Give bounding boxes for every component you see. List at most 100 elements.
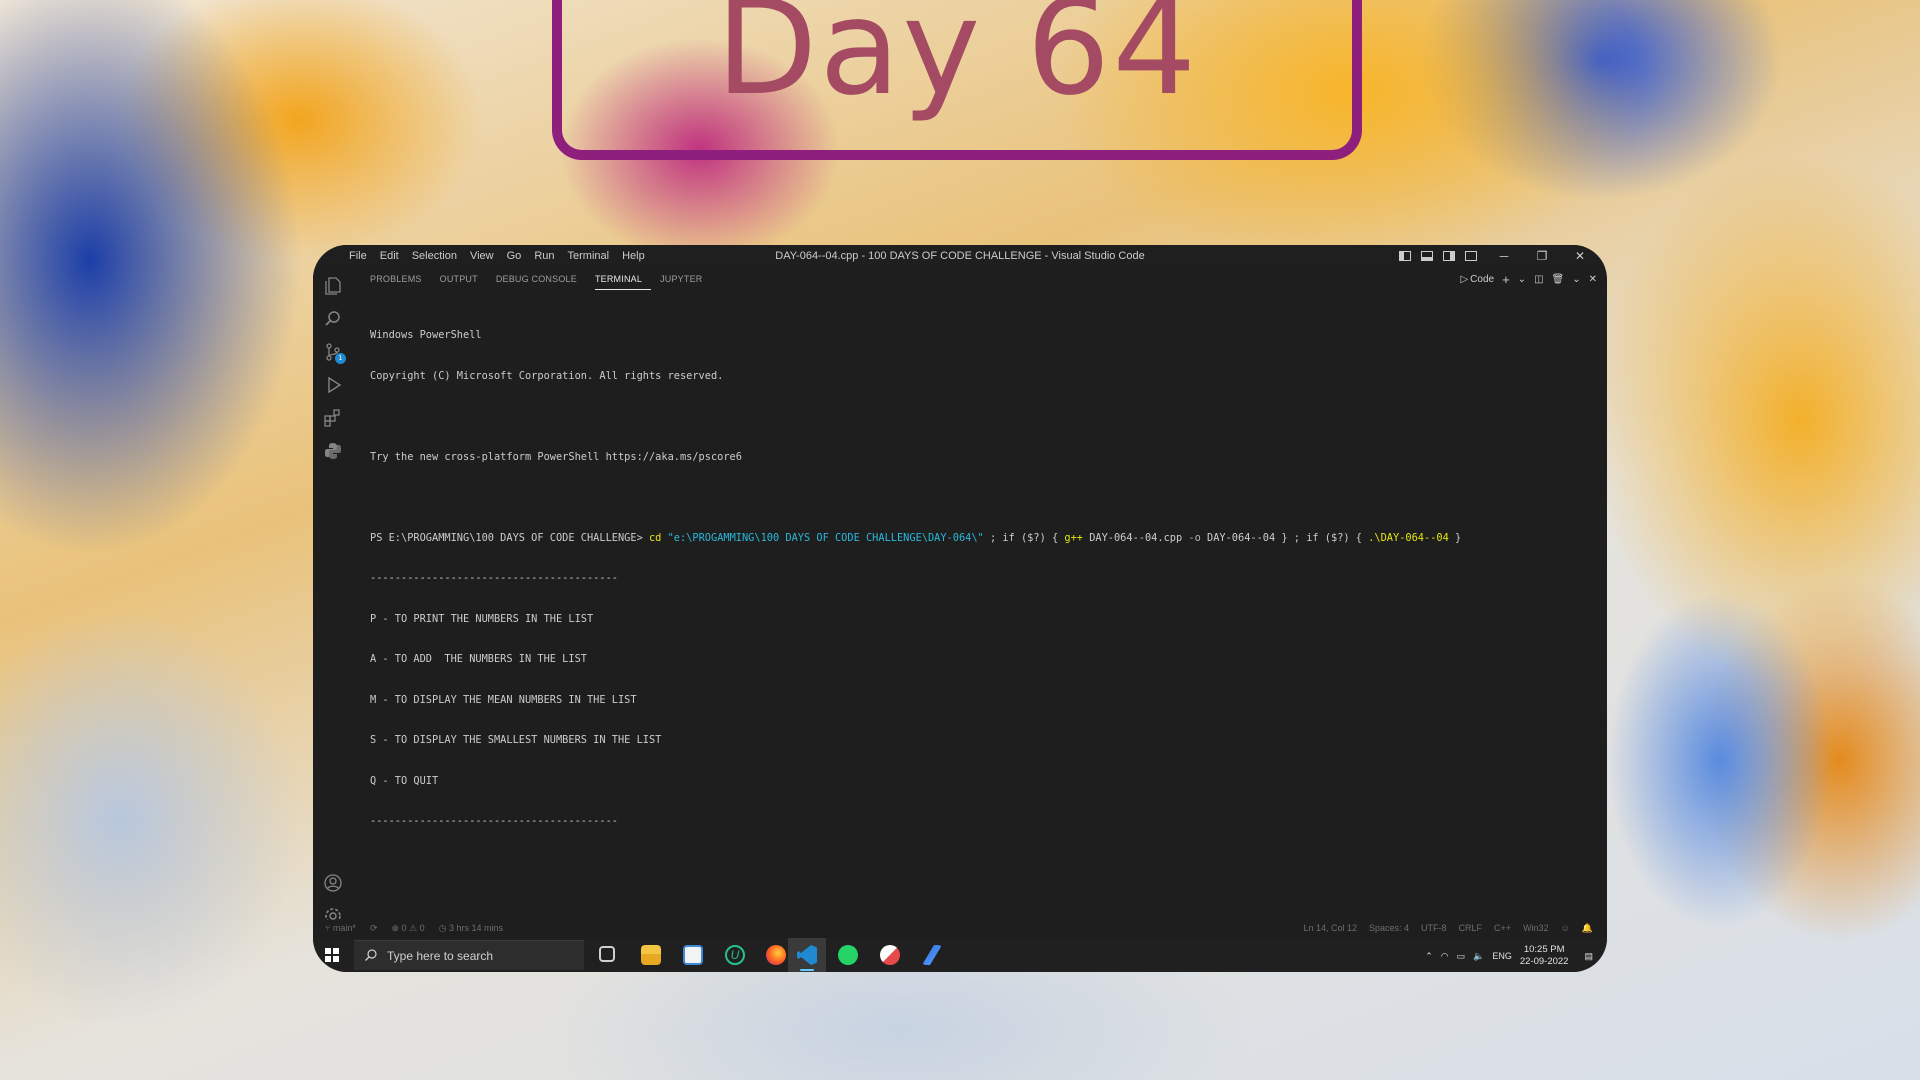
chevron-down-icon[interactable]: ⌄ <box>1518 274 1526 285</box>
restore-button[interactable]: ❐ <box>1535 249 1549 263</box>
cmd-sep: ; if ($?) { <box>989 531 1059 544</box>
taskbar-search[interactable]: Type here to search <box>354 940 584 970</box>
chevron-up-icon[interactable]: ⌃ <box>1425 951 1433 962</box>
tab-problems[interactable]: PROBLEMS <box>370 268 431 292</box>
menu-edit[interactable]: Edit <box>380 250 399 262</box>
cmd-path: "e:\PROGAMMING\100 DAYS OF CODE CHALLENG… <box>667 531 984 544</box>
terminal-icon: ▷ <box>1460 274 1469 285</box>
close-button[interactable]: ✕ <box>1573 249 1587 263</box>
toggle-panel-icon[interactable] <box>1421 251 1433 261</box>
app-icon[interactable] <box>880 945 900 965</box>
cmd-run: .\DAY-064--04 <box>1368 531 1449 544</box>
clock-date: 22-09-2022 <box>1519 956 1569 967</box>
battery-icon[interactable]: ▭ <box>1457 951 1466 962</box>
customize-layout-icon[interactable] <box>1465 251 1477 261</box>
terminal-command-line: PS E:\PROGAMMING\100 DAYS OF CODE CHALLE… <box>370 532 1587 546</box>
terminal-line: Copyright (C) Microsoft Corporation. All… <box>370 369 724 382</box>
search-icon <box>365 949 377 961</box>
source-control-badge: 1 <box>335 353 346 364</box>
menu-selection[interactable]: Selection <box>412 250 457 262</box>
account-icon[interactable] <box>323 873 343 893</box>
window-controls: ─ ❐ ✕ <box>1399 249 1587 263</box>
tab-output[interactable]: OUTPUT <box>440 268 487 292</box>
search-placeholder: Type here to search <box>387 949 494 963</box>
language-mode[interactable]: C++ <box>1494 923 1511 934</box>
minimize-button[interactable]: ─ <box>1497 249 1511 263</box>
terminal-menu-line: M - TO DISPLAY THE MEAN NUMBERS IN THE L… <box>370 693 637 706</box>
end-of-line[interactable]: CRLF <box>1459 923 1483 934</box>
tab-debug-console[interactable]: DEBUG CONSOLE <box>496 268 586 292</box>
source-control-icon[interactable]: 1 <box>323 342 346 364</box>
platform[interactable]: Win32 <box>1523 923 1549 934</box>
split-terminal-icon[interactable]: ◫ <box>1534 274 1543 285</box>
explorer-icon[interactable] <box>323 276 343 296</box>
cmd-gpp: g++ <box>1064 531 1083 544</box>
trash-icon[interactable]: 🗑 <box>1552 274 1565 285</box>
toggle-primary-sidebar-icon[interactable] <box>1399 251 1411 261</box>
windows-start-icon[interactable] <box>325 948 339 962</box>
activity-bar: 1 <box>313 268 354 924</box>
feedback-icon[interactable]: ☺ <box>1561 923 1570 934</box>
system-tray: ⌃ ◠ ▭ 🔈 ENG 10:25 PM 22-09-2022 ▤ <box>1425 944 1593 968</box>
cmd-sep: } ; if ($?) { <box>1281 531 1362 544</box>
terminal-menu-line: A - TO ADD THE NUMBERS IN THE LIST <box>370 653 587 665</box>
terminal-output[interactable]: Windows PowerShell Copyright (C) Microso… <box>370 302 1587 856</box>
shell-label[interactable]: Code <box>1470 274 1494 285</box>
maximize-panel-icon[interactable]: ⌄ <box>1572 274 1580 285</box>
sync-icon[interactable]: ⟳ <box>370 923 378 934</box>
title-bar: File Edit Selection View Go Run Terminal… <box>313 245 1607 268</box>
menu-go[interactable]: Go <box>507 250 522 262</box>
power-automate-icon[interactable] <box>922 945 942 965</box>
time-tracker[interactable]: ◷ 3 hrs 14 mins <box>439 923 503 934</box>
clock-time: 10:25 PM <box>1523 944 1565 955</box>
menu-bar: File Edit Selection View Go Run Terminal… <box>349 250 658 262</box>
whatsapp-icon[interactable] <box>838 945 858 965</box>
terminal-divider: ---------------------------------------- <box>370 572 618 584</box>
toggle-secondary-sidebar-icon[interactable] <box>1443 251 1455 261</box>
input-language[interactable]: ENG <box>1492 951 1512 961</box>
day-banner-title: Day 64 <box>715 0 1199 125</box>
encoding[interactable]: UTF-8 <box>1421 923 1447 934</box>
prompt: PS E:\PROGAMMING\100 DAYS OF CODE CHALLE… <box>370 531 643 544</box>
file-explorer-icon[interactable] <box>641 945 661 965</box>
problems-indicator[interactable]: ⊗ 0 ⚠ 0 <box>391 923 424 934</box>
indentation[interactable]: Spaces: 4 <box>1369 923 1409 934</box>
extensions-icon[interactable] <box>323 408 343 428</box>
notification-center-icon[interactable]: ▤ <box>1584 951 1593 962</box>
tab-terminal[interactable]: TERMINAL <box>594 268 652 290</box>
menu-help[interactable]: Help <box>622 250 645 262</box>
menu-view[interactable]: View <box>470 250 494 262</box>
upwork-icon[interactable]: U <box>725 945 745 965</box>
cmd-end: } <box>1455 531 1462 544</box>
terminal-menu-line: Q - TO QUIT <box>370 774 439 787</box>
firefox-icon[interactable] <box>766 945 786 965</box>
status-bar: ⑂ main* ⟳ ⊗ 0 ⚠ 0 ◷ 3 hrs 14 mins Ln 14,… <box>313 920 1607 938</box>
panel-tabs: PROBLEMS OUTPUT DEBUG CONSOLE TERMINAL J… <box>370 268 720 292</box>
cmd-flag: -o <box>1188 531 1201 544</box>
python-icon[interactable] <box>323 441 343 461</box>
wifi-icon[interactable]: ◠ <box>1441 951 1449 962</box>
close-panel-icon[interactable]: ✕ <box>1589 274 1597 285</box>
microsoft-store-icon[interactable] <box>683 945 703 965</box>
notifications-icon[interactable]: 🔔 <box>1582 923 1593 934</box>
taskbar: Type here to search U ⌃ ◠ ▭ 🔈 ENG 10:25 … <box>313 938 1607 972</box>
cmd-file: DAY-064--04.cpp <box>1089 531 1183 544</box>
new-terminal-icon[interactable]: + <box>1502 272 1510 287</box>
branch-indicator[interactable]: ⑂ main* <box>325 923 356 934</box>
search-icon[interactable] <box>323 309 343 329</box>
vscode-window: File Edit Selection View Go Run Terminal… <box>313 245 1607 972</box>
cursor-position[interactable]: Ln 14, Col 12 <box>1303 923 1357 934</box>
run-debug-icon[interactable] <box>323 375 343 395</box>
task-view-icon[interactable] <box>599 946 615 962</box>
git-branch-icon: ⑂ <box>325 923 331 933</box>
menu-file[interactable]: File <box>349 250 367 262</box>
clock[interactable]: 10:25 PM 22-09-2022 <box>1520 944 1569 968</box>
terminal-divider: ---------------------------------------- <box>370 815 618 827</box>
terminal-line: Try the new cross-platform PowerShell ht… <box>370 450 742 463</box>
terminal-menu-line: S - TO DISPLAY THE SMALLEST NUMBERS IN T… <box>370 734 662 746</box>
menu-terminal[interactable]: Terminal <box>568 250 610 262</box>
volume-icon[interactable]: 🔈 <box>1473 951 1484 962</box>
menu-run[interactable]: Run <box>534 250 554 262</box>
terminal-menu-line: P - TO PRINT THE NUMBERS IN THE LIST <box>370 612 594 625</box>
tab-jupyter[interactable]: JUPYTER <box>660 268 711 292</box>
